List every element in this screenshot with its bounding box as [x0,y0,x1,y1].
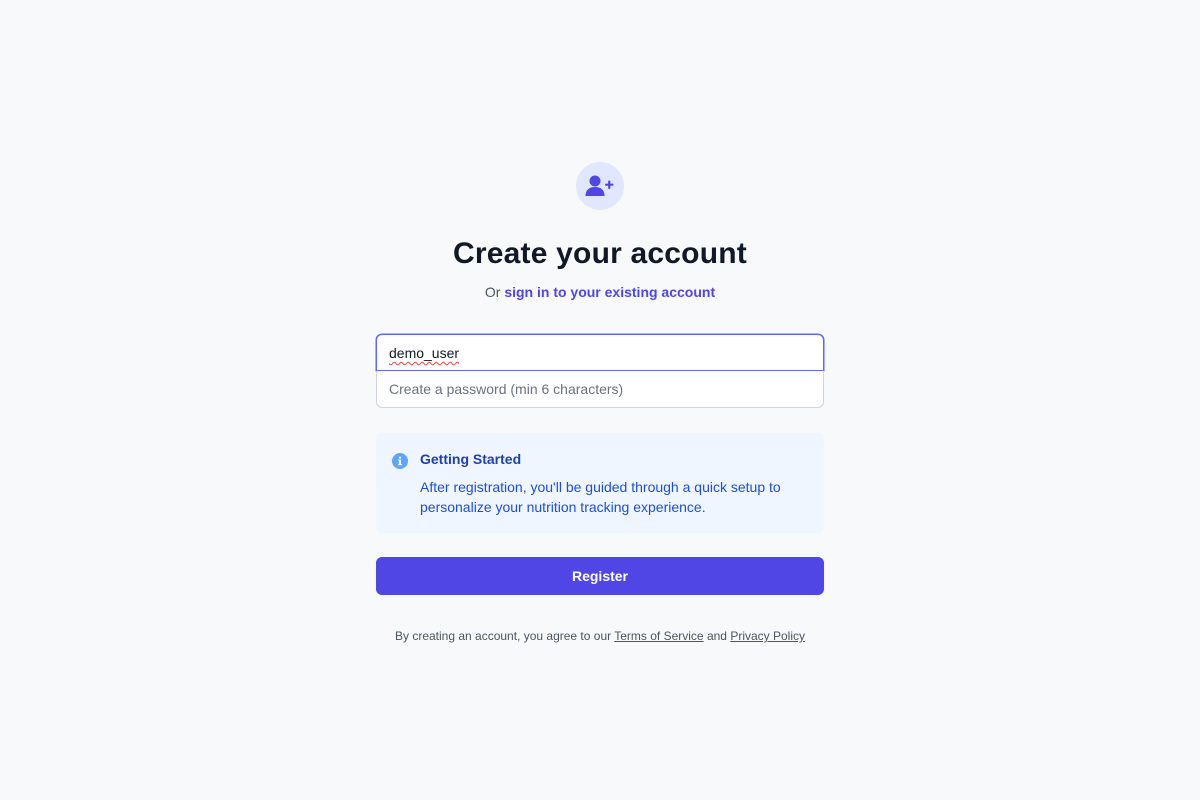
credentials-group: demo_user Create a password (min 6 chara… [376,334,824,408]
subtitle-prefix: Or [484,284,501,300]
signin-prompt: Or sign in to your existing account [376,282,824,302]
terms-link[interactable]: Terms of Service [614,629,703,643]
privacy-link[interactable]: Privacy Policy [730,629,805,643]
password-placeholder: Create a password (min 6 characters) [389,381,624,397]
user-plus-icon [576,162,624,210]
username-input[interactable]: demo_user [376,334,824,371]
register-card: Create your account Or sign in to your e… [376,162,824,644]
notice-title: Getting Started [420,451,522,467]
legal-and: and [706,629,727,643]
notice-text: After registration, you'll be guided thr… [420,479,781,515]
info-circle-icon [392,453,408,469]
legal-notice: By creating an account, you agree to our… [376,628,824,644]
register-button[interactable]: Register [376,557,824,595]
legal-prefix: By creating an account, you agree to our [394,629,612,643]
username-value: demo_user [389,345,460,361]
getting-started-notice: Getting Started After registration, you'… [376,433,824,533]
signin-link[interactable]: sign in to your existing account [504,284,715,300]
page-title: Create your account [453,237,747,270]
password-input[interactable]: Create a password (min 6 characters) [376,371,824,408]
